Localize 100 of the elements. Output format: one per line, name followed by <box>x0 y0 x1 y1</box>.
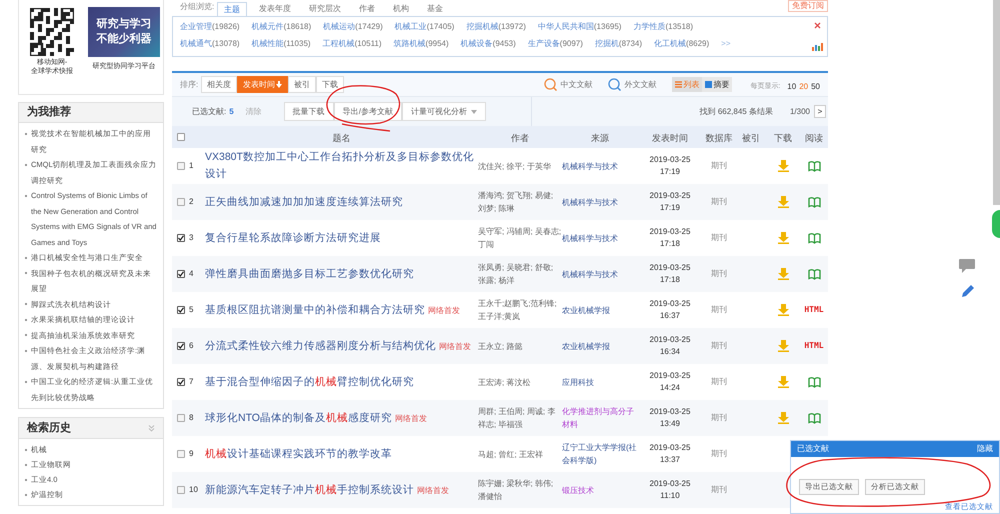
row-checkbox[interactable] <box>177 234 185 242</box>
source-link[interactable]: 机械科学与技术 <box>562 268 638 280</box>
per-page-option[interactable]: 50 <box>811 81 820 93</box>
topic-link[interactable]: 机械工业(17405) <box>394 21 454 33</box>
column-header[interactable]: 被引 <box>742 133 760 143</box>
column-header[interactable]: 题名 <box>332 133 350 143</box>
topic-link[interactable]: 企业管理(19826) <box>180 21 240 33</box>
source-link[interactable]: 辽宁工业大学学报(社会科学版) <box>562 441 638 467</box>
download-icon[interactable] <box>778 376 788 388</box>
row-checkbox[interactable] <box>177 198 185 206</box>
group-tab[interactable]: 作者 <box>353 1 382 16</box>
row-checkbox[interactable] <box>177 342 185 350</box>
row-checkbox[interactable] <box>177 450 185 458</box>
download-icon[interactable] <box>778 340 788 352</box>
author-list[interactable]: 沈佳兴; 徐平; 于英华 <box>478 160 562 172</box>
source-link[interactable]: 化学推进剂与高分子材料 <box>562 405 638 431</box>
author-list[interactable]: 张凤勇; 吴晓君; 舒敬; 张露; 杨洋 <box>478 261 562 287</box>
next-page-button[interactable]: > <box>814 105 826 118</box>
close-icon[interactable] <box>814 22 821 29</box>
topic-link[interactable]: 中华人民共和国(13695) <box>538 21 622 33</box>
row-checkbox[interactable] <box>177 270 185 278</box>
title-link[interactable]: 分流式柔性铰六维力传感器刚度分析与结构优化 <box>205 338 436 354</box>
author-list[interactable]: 潘海鸿; 贺飞翔; 易健; 刘梦; 陈琳 <box>478 189 562 215</box>
topic-link[interactable]: 生产设备(9097) <box>528 38 583 50</box>
topic-link[interactable]: 挖掘机(8734) <box>594 38 642 50</box>
column-header[interactable]: 发表时间 <box>652 133 688 143</box>
toolbar-button[interactable]: 计量可视化分析 <box>402 102 486 121</box>
source-link[interactable]: 农业机械学报 <box>562 304 638 316</box>
source-link[interactable]: 锻压技术 <box>562 484 638 496</box>
group-tab[interactable]: 基金 <box>421 1 450 16</box>
chart-icon[interactable] <box>812 42 823 51</box>
sort-option[interactable]: 相关度 <box>201 76 238 93</box>
title-link[interactable]: 复合行星轮系故障诊断方法研究进展 <box>205 230 381 246</box>
topic-link[interactable]: 化工机械(8629) <box>654 38 710 50</box>
title-link[interactable]: 基质根区阻抗谱测量中的补偿和耦合方法研究 <box>205 302 425 318</box>
row-checkbox[interactable] <box>177 306 185 314</box>
book-icon[interactable] <box>808 412 820 424</box>
column-header[interactable]: 数据库 <box>706 133 732 143</box>
download-icon[interactable] <box>778 268 788 280</box>
title-link[interactable]: 新能源汽车定转子冲片机械手控制系统设计 <box>205 482 414 498</box>
per-page-option[interactable]: 10 <box>787 81 796 93</box>
chinese-literature-icon[interactable] <box>544 78 558 91</box>
view-toggle[interactable]: 摘要 <box>702 77 732 92</box>
expand-icon[interactable] <box>148 424 155 432</box>
group-tab[interactable]: 发表年度 <box>253 1 298 16</box>
row-checkbox[interactable] <box>177 162 185 170</box>
topic-link[interactable]: 工程机械(10511) <box>322 38 382 50</box>
book-icon[interactable] <box>808 160 820 172</box>
chinese-literature-link[interactable]: 中文文献 <box>560 78 592 90</box>
title-link[interactable]: 弹性磨具曲面磨抛多目标工艺参数优化研究 <box>205 266 414 282</box>
book-icon[interactable] <box>808 268 820 280</box>
title-link[interactable]: VX380T数控加工中心工作台拓扑分析及多目标参数优化设计 <box>205 149 474 183</box>
title-link[interactable]: 正矢曲线加减速加加加速度连续算法研究 <box>205 194 403 210</box>
download-icon[interactable] <box>778 232 788 244</box>
author-list[interactable]: 周群; 王伯周; 周诚; 李祥志; 毕福强 <box>478 405 562 431</box>
author-list[interactable]: 吴守军; 冯辅周; 吴春志; 丁闯 <box>478 225 562 251</box>
title-link[interactable]: 机械设计基础课程实践环节的教学改革 <box>205 446 392 462</box>
download-icon[interactable] <box>778 160 788 172</box>
source-link[interactable]: 机械科学与技术 <box>562 160 638 172</box>
source-link[interactable]: 农业机械学报 <box>562 340 638 352</box>
download-icon[interactable] <box>778 304 788 316</box>
topic-link[interactable]: 机械通气(13078) <box>180 38 240 50</box>
column-header[interactable]: 来源 <box>591 133 609 143</box>
floating-button[interactable] <box>992 210 1000 238</box>
source-link[interactable]: 机械科学与技术 <box>562 196 638 208</box>
topic-link[interactable]: 力学性质(13518) <box>633 21 694 33</box>
row-checkbox[interactable] <box>177 414 185 422</box>
scrollbar[interactable] <box>993 0 1000 205</box>
chat-icon[interactable] <box>958 258 976 274</box>
title-link[interactable]: 基于混合型伸缩因子的机械臂控制优化研究 <box>205 374 414 390</box>
download-icon[interactable] <box>778 196 788 208</box>
author-list[interactable]: 陈宇姗; 梁秋华; 韩伟; 潘健怡 <box>478 477 562 503</box>
download-icon[interactable] <box>778 412 788 424</box>
book-icon[interactable] <box>808 376 820 388</box>
promo-banner[interactable]: 研究与学习 不能少利器 <box>88 7 160 57</box>
column-header[interactable]: 下载 <box>774 133 792 143</box>
foreign-literature-icon[interactable] <box>608 78 622 91</box>
source-link[interactable]: 机械科学与技术 <box>562 232 638 244</box>
column-header[interactable]: 作者 <box>511 133 529 143</box>
topic-link[interactable]: 机械性能(11035) <box>252 38 311 50</box>
author-list[interactable]: 王宏涛; 蒋汶松 <box>478 376 562 388</box>
author-list[interactable]: 马超; 曾红; 王宏祥 <box>478 448 562 460</box>
select-all-checkbox[interactable] <box>177 133 185 141</box>
sort-option[interactable]: 被引 <box>288 76 316 93</box>
topic-link[interactable]: 机械运动(17429) <box>323 21 383 33</box>
sort-option[interactable]: 下载 <box>316 76 344 93</box>
foreign-literature-link[interactable]: 外文文献 <box>624 78 656 90</box>
source-link[interactable]: 应用科技 <box>562 376 638 388</box>
html-link[interactable]: HTML <box>804 304 824 316</box>
row-checkbox[interactable] <box>177 486 185 494</box>
author-list[interactable]: 王永千;赵鹏飞;范利锋;王子洋;黄岚 <box>478 297 562 323</box>
hide-button[interactable]: 隐藏 <box>977 443 993 455</box>
title-link[interactable]: 球形化NTO晶体的制备及机械感度研究 <box>205 410 392 426</box>
topic-link[interactable]: 机械设备(9453) <box>460 38 516 50</box>
group-tab[interactable]: 研究层次 <box>303 1 348 16</box>
group-tab[interactable]: 机构 <box>387 1 416 16</box>
toolbar-button[interactable]: 导出/参考文献 <box>334 102 402 121</box>
book-icon[interactable] <box>808 196 820 208</box>
author-list[interactable]: 王永立; 路懿 <box>478 340 562 352</box>
column-header[interactable]: 阅读 <box>805 133 823 143</box>
